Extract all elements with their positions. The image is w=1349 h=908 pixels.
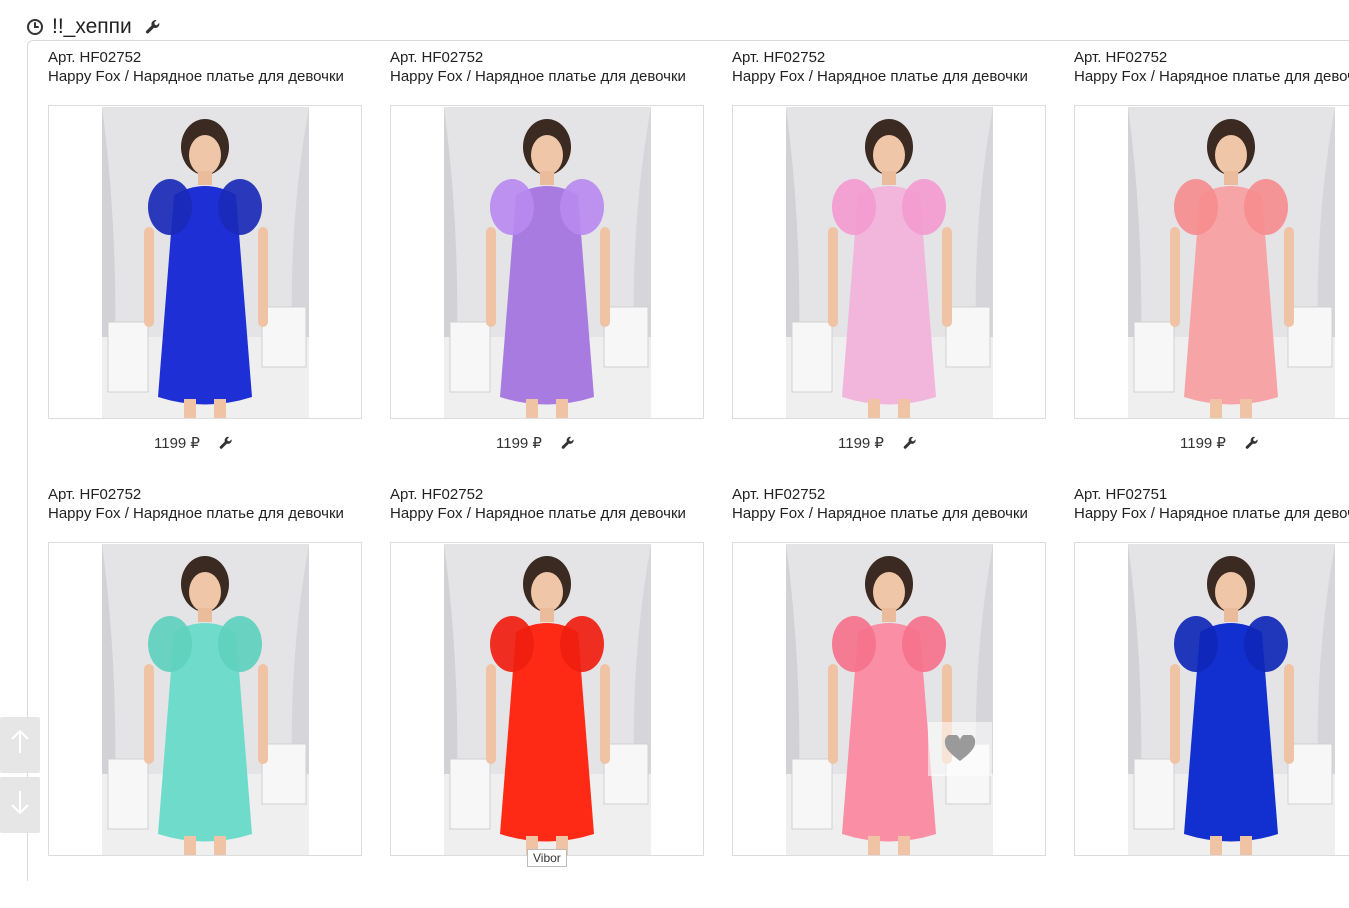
wrench-icon[interactable] xyxy=(902,435,918,451)
product-card[interactable]: Арт. HF02752 Happy Fox / Нарядное платье … xyxy=(712,478,1046,908)
price-row: 1199 ₽ xyxy=(838,434,918,452)
product-price: 1199 ₽ xyxy=(154,435,200,452)
wrench-icon[interactable] xyxy=(218,435,234,451)
product-article: Арт. HF02752 xyxy=(390,49,484,66)
product-photo-frame[interactable] xyxy=(390,542,704,856)
clock-icon[interactable] xyxy=(26,18,44,36)
wrench-icon[interactable] xyxy=(1244,435,1260,451)
wrench-icon[interactable] xyxy=(144,18,162,36)
product-article: Арт. HF02751 xyxy=(1074,486,1168,503)
product-card[interactable]: Арт. HF02752 Happy Fox / Нарядное платье … xyxy=(28,41,362,471)
product-article: Арт. HF02752 xyxy=(48,486,142,503)
product-card[interactable]: Арт. HF02751 Happy Fox / Нарядное платье … xyxy=(1054,478,1349,908)
product-name[interactable]: Happy Fox / Нарядное платье для девочки xyxy=(48,505,358,522)
product-card[interactable]: Арт. HF02752 Happy Fox / Нарядное платье … xyxy=(28,478,362,908)
product-photo-frame[interactable] xyxy=(732,105,1046,419)
product-article: Арт. HF02752 xyxy=(732,486,826,503)
product-photo[interactable] xyxy=(102,107,309,418)
product-photo[interactable] xyxy=(786,544,993,855)
product-name[interactable]: Happy Fox / Нарядное платье для девочки xyxy=(390,68,700,85)
product-board: Арт. HF02752 Happy Fox / Нарядное платье … xyxy=(27,40,1349,881)
product-name[interactable]: Happy Fox / Нарядное платье для девочки xyxy=(390,505,700,522)
arrow-down-icon xyxy=(10,789,30,822)
scroll-down-button[interactable] xyxy=(0,777,40,833)
product-photo-frame[interactable] xyxy=(390,105,704,419)
wrench-icon[interactable] xyxy=(560,435,576,451)
product-card[interactable]: Арт. HF02752 Happy Fox / Нарядное платье … xyxy=(1054,41,1349,471)
product-card[interactable]: Арт. HF02752 Happy Fox / Нарядное платье … xyxy=(370,478,704,908)
product-photo-frame[interactable] xyxy=(48,542,362,856)
product-name[interactable]: Happy Fox / Нарядное платье для девочки xyxy=(48,68,358,85)
product-name[interactable]: Happy Fox / Нарядное платье для девочки xyxy=(1074,505,1349,522)
product-article: Арт. HF02752 xyxy=(1074,49,1168,66)
product-photo-frame[interactable] xyxy=(732,542,1046,856)
product-photo-frame[interactable] xyxy=(1074,105,1349,419)
product-name[interactable]: Happy Fox / Нарядное платье для девочки xyxy=(1074,68,1349,85)
product-price: 1199 ₽ xyxy=(496,435,542,452)
price-row: 1199 ₽ xyxy=(1180,434,1260,452)
price-row: 1199 ₽ xyxy=(154,434,234,452)
tooltip: Vibor xyxy=(527,849,567,867)
product-photo[interactable] xyxy=(444,544,651,855)
product-article: Арт. HF02752 xyxy=(48,49,142,66)
page-title: !!_хеппи xyxy=(52,15,132,38)
product-photo-frame[interactable] xyxy=(48,105,362,419)
arrow-up-icon xyxy=(10,729,30,762)
product-name[interactable]: Happy Fox / Нарядное платье для девочки xyxy=(732,68,1042,85)
product-card[interactable]: Арт. HF02752 Happy Fox / Нарядное платье … xyxy=(370,41,704,471)
product-card[interactable]: Арт. HF02752 Happy Fox / Нарядное платье … xyxy=(712,41,1046,471)
product-photo-frame[interactable] xyxy=(1074,542,1349,856)
product-photo[interactable] xyxy=(1128,107,1335,418)
product-photo[interactable] xyxy=(1128,544,1335,855)
product-name[interactable]: Happy Fox / Нарядное платье для девочки xyxy=(732,505,1042,522)
scroll-up-button[interactable] xyxy=(0,717,40,773)
product-article: Арт. HF02752 xyxy=(732,49,826,66)
product-price: 1199 ₽ xyxy=(1180,435,1226,452)
product-article: Арт. HF02752 xyxy=(390,486,484,503)
product-photo[interactable] xyxy=(102,544,309,855)
product-photo[interactable] xyxy=(444,107,651,418)
product-photo[interactable] xyxy=(786,107,993,418)
page-header: !!_хеппи xyxy=(26,12,162,42)
heart-icon[interactable] xyxy=(928,722,992,776)
price-row: 1199 ₽ xyxy=(496,434,576,452)
product-price: 1199 ₽ xyxy=(838,435,884,452)
